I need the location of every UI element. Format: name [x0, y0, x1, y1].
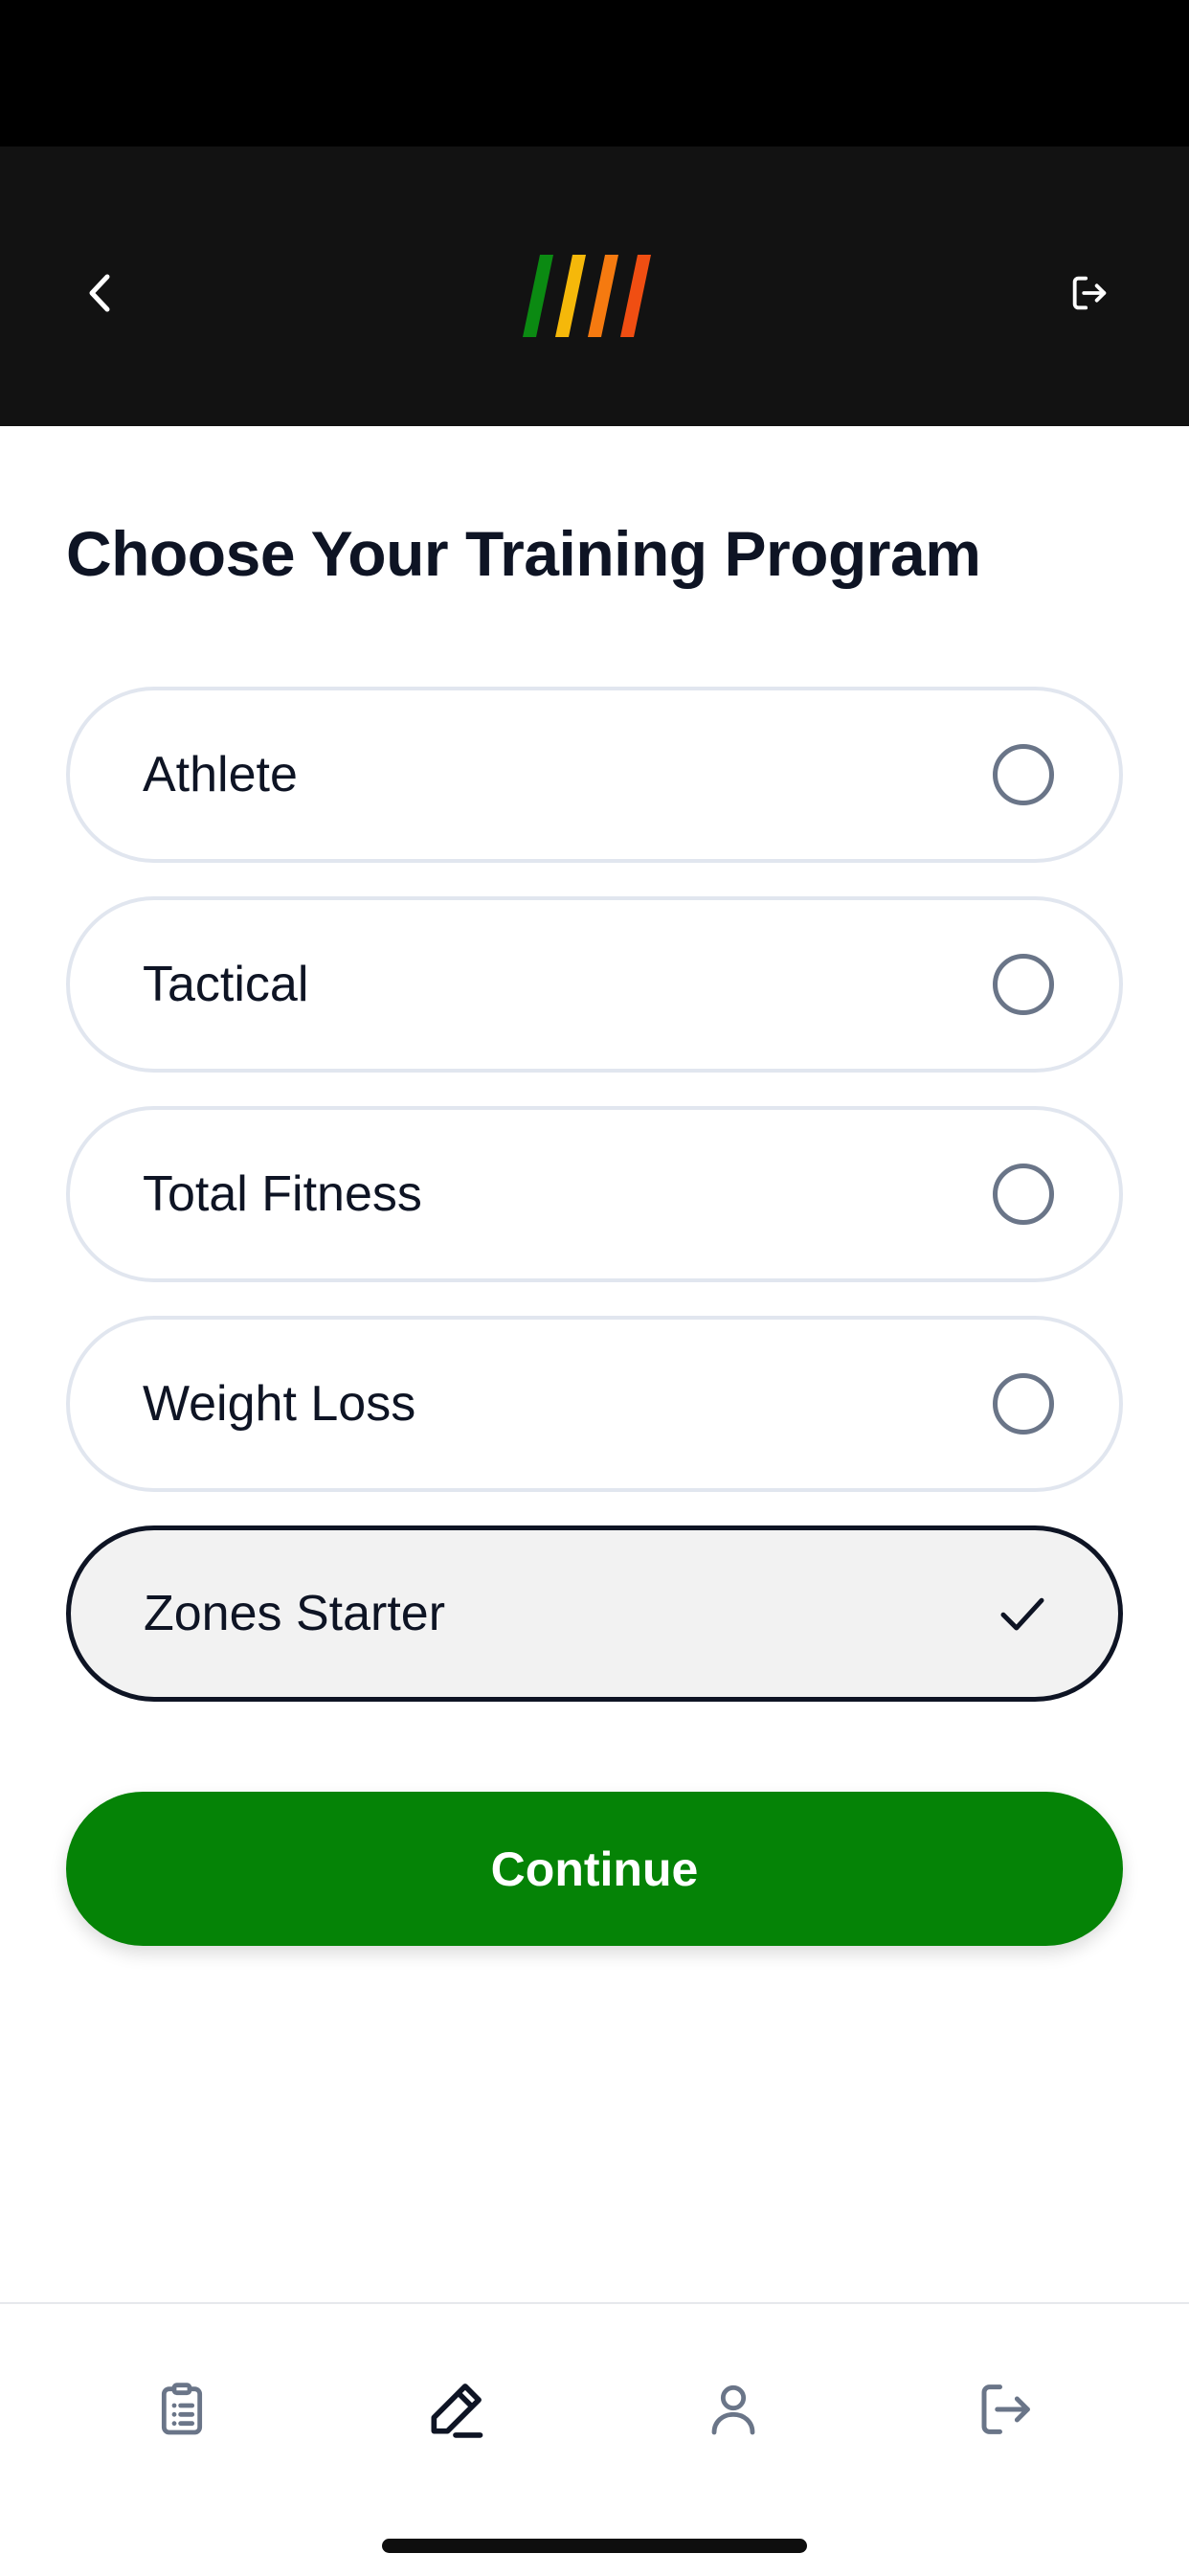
chevron-left-icon: [89, 274, 110, 312]
brand-stripes-logo: [523, 255, 651, 337]
back-button[interactable]: [61, 255, 138, 331]
program-option-label: Tactical: [143, 957, 309, 1012]
program-option-label: Weight Loss: [143, 1376, 416, 1432]
program-option-tactical[interactable]: Tactical: [66, 896, 1123, 1073]
program-option-weight-loss[interactable]: Weight Loss: [66, 1316, 1123, 1492]
radio-unchecked-icon: [993, 744, 1054, 805]
nav-item-plan[interactable]: [134, 2361, 230, 2457]
radio-unchecked-icon: [993, 1373, 1054, 1435]
bottom-navigation: [0, 2302, 1189, 2576]
clipboard-icon: [161, 2383, 203, 2435]
logout-icon: [1072, 276, 1107, 310]
program-option-label: Total Fitness: [143, 1166, 422, 1222]
program-option-total-fitness[interactable]: Total Fitness: [66, 1106, 1123, 1282]
home-indicator: [382, 2539, 807, 2553]
continue-button[interactable]: Continue: [66, 1792, 1123, 1946]
continue-button-label: Continue: [490, 1842, 699, 1896]
header-logout-button[interactable]: [1051, 255, 1128, 331]
program-option-label: Zones Starter: [144, 1586, 446, 1641]
status-bar: [0, 0, 1189, 147]
pencil-icon: [431, 2384, 483, 2438]
radio-unchecked-icon: [993, 1164, 1054, 1225]
user-icon: [711, 2384, 755, 2435]
program-option-label: Athlete: [143, 747, 298, 802]
nav-item-profile[interactable]: [685, 2361, 781, 2457]
logout-icon: [981, 2384, 1030, 2434]
radio-unchecked-icon: [993, 954, 1054, 1015]
nav-item-log[interactable]: [408, 2361, 504, 2457]
page-title: Choose Your Training Program: [66, 518, 981, 589]
nav-item-logout[interactable]: [957, 2361, 1053, 2457]
checkmark-icon: [992, 1583, 1053, 1644]
program-option-zones-starter[interactable]: Zones Starter: [66, 1525, 1123, 1702]
app-header: [0, 147, 1189, 426]
program-options-list: Athlete Tactical Total Fitness Weight Lo…: [66, 687, 1123, 1735]
program-option-athlete[interactable]: Athlete: [66, 687, 1123, 863]
